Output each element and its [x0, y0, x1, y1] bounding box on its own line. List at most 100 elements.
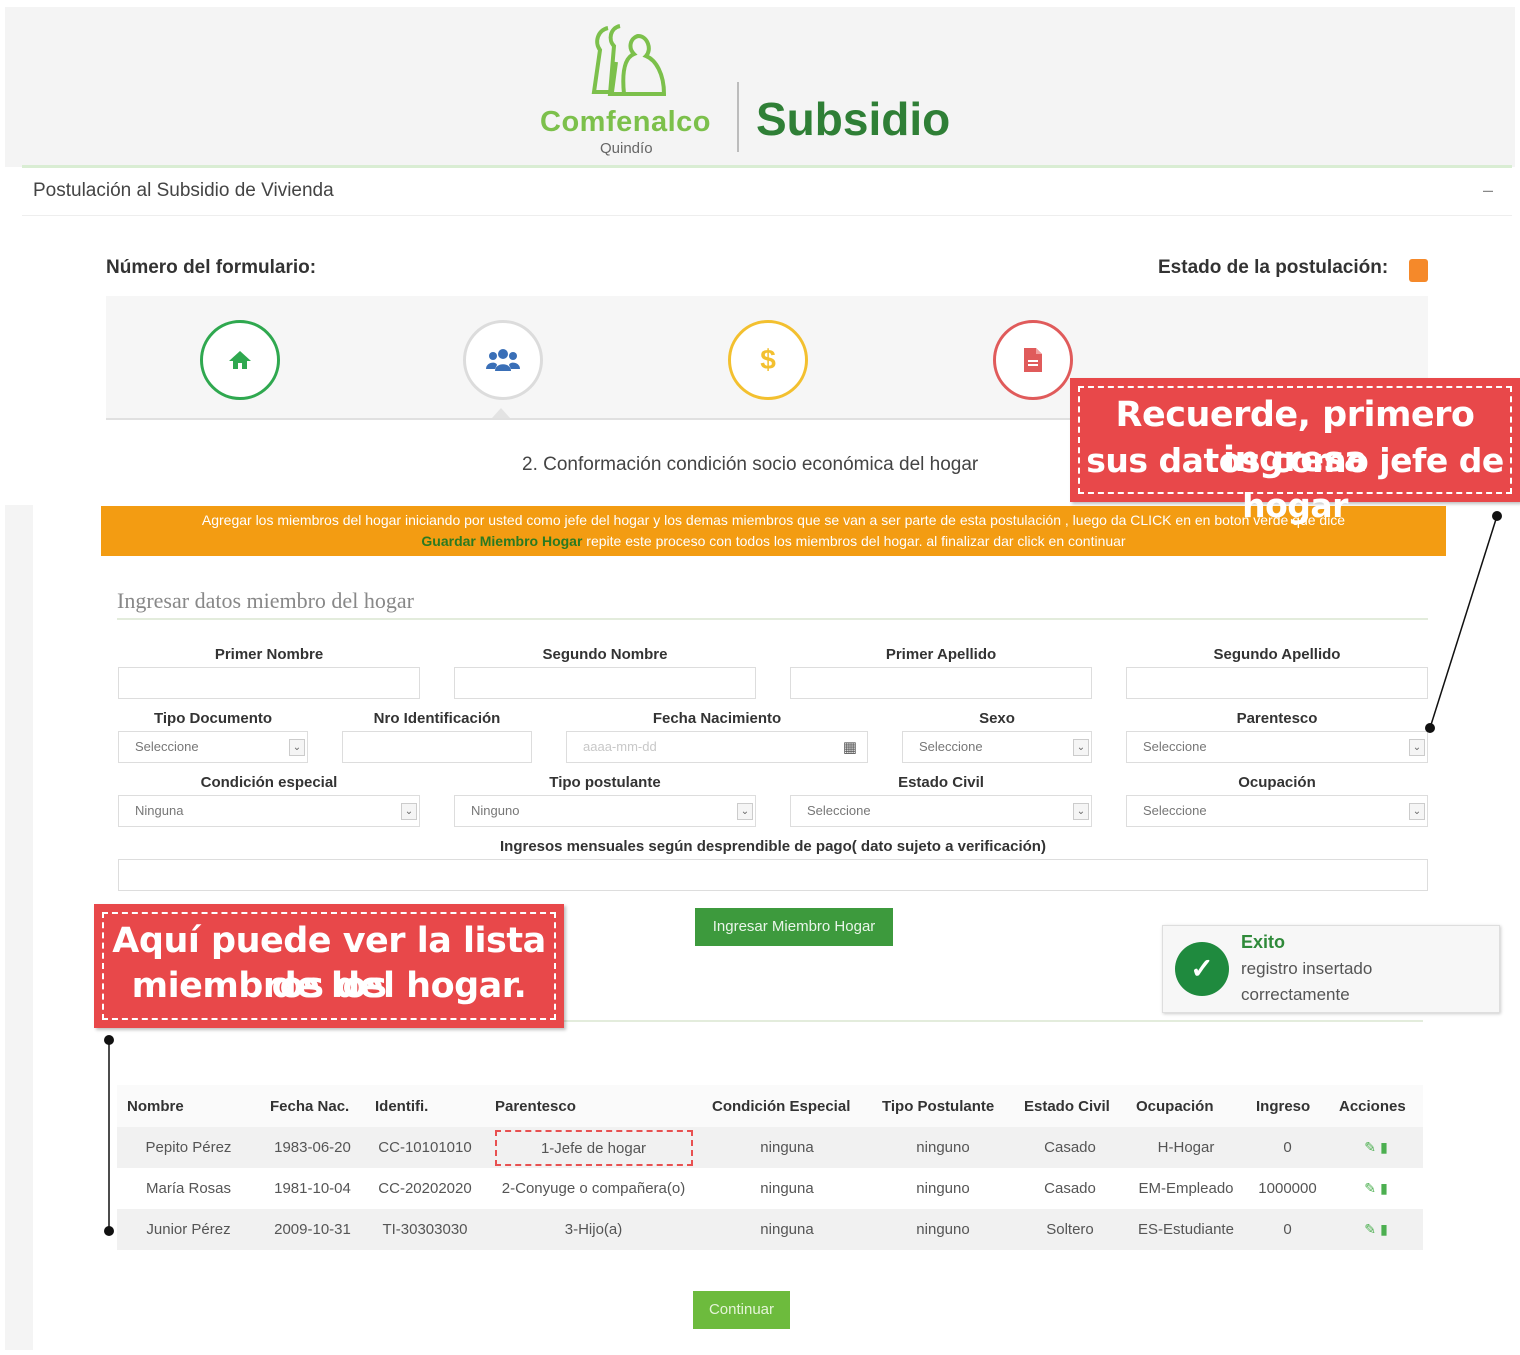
- nro-identificacion-input[interactable]: [342, 731, 532, 763]
- section-rule: [117, 618, 1428, 620]
- logo-subtitle: Quindío: [600, 140, 653, 157]
- edit-icon[interactable]: ✎: [1364, 1221, 1376, 1237]
- ocupacion-label: Ocupación: [1238, 774, 1316, 791]
- estado-civil-value: Seleccione: [807, 803, 871, 818]
- cell-ocupacion: H-Hogar: [1126, 1127, 1246, 1168]
- chevron-down-icon: ⌄: [1073, 803, 1089, 820]
- step-documents[interactable]: [993, 320, 1073, 400]
- add-member-button[interactable]: Ingresar Miembro Hogar: [695, 908, 893, 946]
- panel-title-rule: [22, 215, 1512, 216]
- continue-button[interactable]: Continuar: [693, 1291, 790, 1329]
- logo-divider: [737, 82, 739, 152]
- step-caret: [492, 408, 510, 418]
- table-row: Pepito Pérez 1983-06-20 CC-10101010 1-Je…: [117, 1127, 1423, 1168]
- col-condicion: Condición Especial: [702, 1085, 872, 1127]
- condicion-especial-select[interactable]: Ninguna ⌄: [118, 795, 420, 827]
- parentesco-select[interactable]: Seleccione ⌄: [1126, 731, 1428, 763]
- trash-icon[interactable]: ▮: [1380, 1221, 1388, 1237]
- home-icon: [229, 351, 251, 369]
- jefe-highlight: 1-Jefe de hogar: [494, 1129, 693, 1166]
- fecha-nacimiento-input[interactable]: aaaa-mm-dd ▦: [566, 731, 868, 763]
- members-table: Nombre Fecha Nac. Identifi. Parentesco C…: [117, 1085, 1423, 1250]
- comfenalco-logo-icon: [591, 24, 667, 96]
- cell-ocupacion: EM-Empleado: [1126, 1168, 1246, 1209]
- edit-icon[interactable]: ✎: [1364, 1180, 1376, 1196]
- cell-condicion: ninguna: [702, 1168, 872, 1209]
- step-household[interactable]: [463, 320, 543, 400]
- fecha-placeholder: aaaa-mm-dd: [583, 739, 657, 754]
- cell-parentesco: 1-Jefe de hogar: [485, 1127, 702, 1168]
- table-header-row: Nombre Fecha Nac. Identifi. Parentesco C…: [117, 1085, 1423, 1127]
- chevron-down-icon: ⌄: [1409, 803, 1425, 820]
- cell-estado-civil: Casado: [1014, 1168, 1126, 1209]
- ingresos-input[interactable]: [118, 859, 1428, 891]
- primer-apellido-label: Primer Apellido: [885, 646, 997, 663]
- form-number-label: Número del formulario:: [106, 257, 317, 278]
- segundo-nombre-input[interactable]: [454, 667, 756, 699]
- logo-text: Comfenalco: [540, 106, 711, 138]
- ocupacion-value: Seleccione: [1143, 803, 1207, 818]
- col-identificacion: Identifi.: [365, 1085, 485, 1127]
- cell-parentesco: 2-Conyuge o compañera(o): [485, 1168, 702, 1209]
- cell-nombre: Junior Pérez: [117, 1209, 260, 1250]
- cell-parentesco: 3-Hijo(a): [485, 1209, 702, 1250]
- col-ocupacion: Ocupación: [1126, 1085, 1246, 1127]
- info-line-2-rest: repite este proceso con todos los miembr…: [582, 533, 1126, 549]
- cell-identificacion: CC-20202020: [365, 1168, 485, 1209]
- tipo-documento-select[interactable]: Seleccione ⌄: [118, 731, 308, 763]
- callout-top-line-2: sus datos como jefe de hogar: [1086, 441, 1504, 525]
- trash-icon[interactable]: ▮: [1380, 1139, 1388, 1155]
- tipo-postulante-label: Tipo postulante: [549, 774, 661, 791]
- pointer-dot: [104, 1035, 114, 1045]
- primer-nombre-input[interactable]: [118, 667, 420, 699]
- segundo-apellido-label: Segundo Apellido: [1213, 646, 1341, 663]
- condicion-especial-label: Condición especial: [200, 774, 338, 791]
- estado-civil-select[interactable]: Seleccione ⌄: [790, 795, 1092, 827]
- document-icon: [1024, 348, 1042, 372]
- cell-acciones: ✎ ▮: [1329, 1127, 1423, 1168]
- condicion-especial-value: Ninguna: [135, 803, 184, 818]
- cell-nombre: Pepito Pérez: [117, 1127, 260, 1168]
- edit-icon[interactable]: ✎: [1364, 1139, 1376, 1155]
- step-home[interactable]: [200, 320, 280, 400]
- chevron-down-icon: ⌄: [1073, 739, 1089, 756]
- users-icon: [486, 349, 520, 371]
- toast-message: registro insertado correctamente: [1241, 959, 1373, 1004]
- callout-member-list: Aquí puede ver la lista de los miembros …: [94, 904, 564, 1028]
- cell-identificacion: CC-10101010: [365, 1127, 485, 1168]
- tipo-postulante-select[interactable]: Ninguno ⌄: [454, 795, 756, 827]
- sexo-label: Sexo: [979, 710, 1015, 727]
- primer-apellido-input[interactable]: [790, 667, 1092, 699]
- col-estado-civil: Estado Civil: [1014, 1085, 1126, 1127]
- cell-tipo-postulante: ninguno: [872, 1168, 1014, 1209]
- calendar-icon[interactable]: ▦: [843, 740, 857, 755]
- collapse-button[interactable]: –: [1483, 180, 1493, 201]
- sexo-select[interactable]: Seleccione ⌄: [902, 731, 1092, 763]
- cell-fecha: 1981-10-04: [260, 1168, 365, 1209]
- callout-jefe-hogar: Recuerde, primero ingresa sus datos como…: [1070, 378, 1520, 525]
- cell-tipo-postulante: ninguno: [872, 1209, 1014, 1250]
- cell-condicion: ninguna: [702, 1209, 872, 1250]
- cell-identificacion: TI-30303030: [365, 1209, 485, 1250]
- trash-icon[interactable]: ▮: [1380, 1180, 1388, 1196]
- cell-acciones: ✎ ▮: [1329, 1209, 1423, 1250]
- success-toast: ✓ Exito registro insertado correctamente: [1162, 925, 1500, 1013]
- cell-ingreso: 0: [1246, 1209, 1329, 1250]
- info-highlight: Guardar Miembro Hogar: [421, 533, 583, 549]
- cell-ingreso: 0: [1246, 1127, 1329, 1168]
- segundo-apellido-input[interactable]: [1126, 667, 1428, 699]
- nro-identificacion-label: Nro Identificación: [373, 710, 501, 727]
- primer-nombre-label: Primer Nombre: [214, 646, 324, 663]
- fecha-nacimiento-label: Fecha Nacimiento: [652, 710, 782, 727]
- step-caption: 2. Conformación condición socio económic…: [522, 454, 979, 475]
- page: Comfenalco Quindío Subsidio Postulación …: [0, 0, 1520, 1355]
- step-income[interactable]: $: [728, 320, 808, 400]
- segundo-nombre-label: Segundo Nombre: [542, 646, 668, 663]
- cell-estado-civil: Casado: [1014, 1127, 1126, 1168]
- ocupacion-select[interactable]: Seleccione ⌄: [1126, 795, 1428, 827]
- table-row: Junior Pérez 2009-10-31 TI-30303030 3-Hi…: [117, 1209, 1423, 1250]
- cell-nombre: María Rosas: [117, 1168, 260, 1209]
- cell-condicion: ninguna: [702, 1127, 872, 1168]
- table-row: María Rosas 1981-10-04 CC-20202020 2-Con…: [117, 1168, 1423, 1209]
- section-title: Ingresar datos miembro del hogar: [117, 588, 414, 613]
